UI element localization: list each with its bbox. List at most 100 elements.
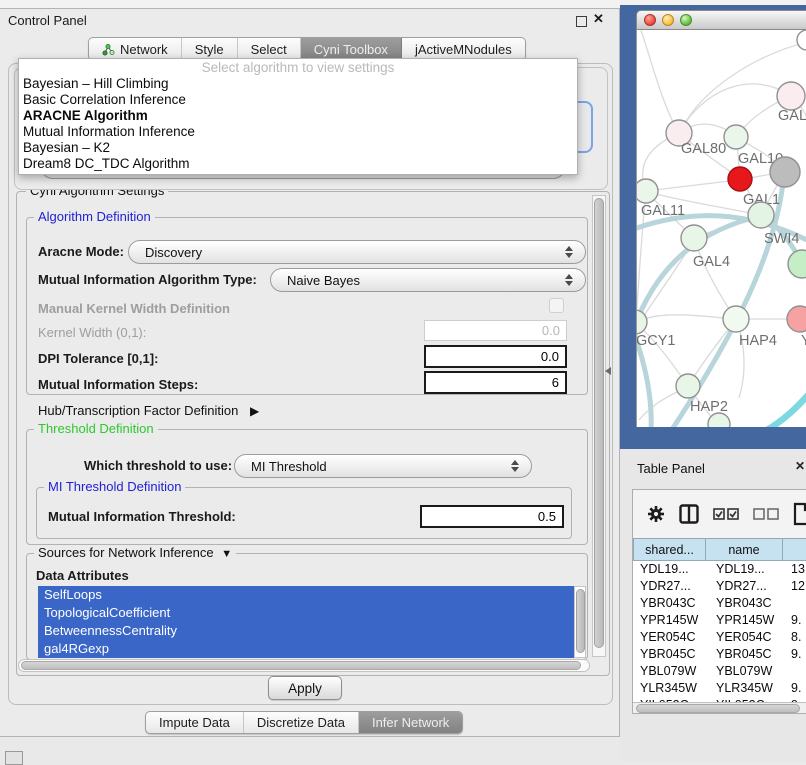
- network-highlight-edge: [751, 396, 806, 427]
- control-panel-title: Control Panel: [8, 12, 87, 30]
- network-node-hap2[interactable]: [676, 374, 700, 398]
- network-icon: [102, 43, 115, 56]
- network-node[interactable]: [770, 157, 800, 187]
- collapsed-arrow-icon[interactable]: ▶: [250, 404, 259, 418]
- column-header-1[interactable]: shared...: [633, 538, 706, 561]
- table-row[interactable]: YDR27...YDR27...12: [633, 578, 806, 595]
- tab-label: Impute Data: [159, 715, 230, 730]
- algorithm-option-dream8-dc-tdc-algorithm[interactable]: Dream8 DC_TDC Algorithm: [19, 156, 577, 172]
- table-cell: YDR27...: [633, 578, 706, 595]
- network-node-gal[interactable]: [777, 82, 805, 110]
- algorithm-option-bayesian-k2[interactable]: Bayesian – K2: [19, 140, 577, 156]
- table-row[interactable]: YBR045CYBR045C9.: [633, 646, 806, 663]
- node-label-gal4: GAL4: [693, 254, 730, 270]
- manual-kernel-width-label: Manual Kernel Width Definition: [38, 301, 230, 316]
- column-header-3[interactable]: [783, 538, 806, 561]
- tab-style[interactable]: Style: [182, 38, 238, 60]
- attribute-item-selfloops[interactable]: SelfLoops: [38, 586, 574, 604]
- network-window-titlebar[interactable]: [636, 10, 806, 30]
- network-node-gal11[interactable]: [637, 179, 658, 203]
- table-row[interactable]: YDL19...YDL19...13: [633, 561, 806, 578]
- table-row[interactable]: YPR145WYPR145W9.: [633, 612, 806, 629]
- tab-discretize-data[interactable]: Discretize Data: [244, 712, 359, 733]
- table-row[interactable]: YBR043CYBR043C: [633, 595, 806, 612]
- table-row[interactable]: YER054CYER054C8.: [633, 629, 806, 646]
- network-node[interactable]: [788, 250, 806, 278]
- hub-definition-section[interactable]: Hub/Transcription Factor Definition ▶: [38, 403, 259, 418]
- table-cell: YLR345W: [706, 680, 783, 697]
- table-cell: 13: [783, 561, 806, 578]
- table-cell: 9.: [783, 646, 806, 663]
- attribute-item-betweennesscentrality[interactable]: BetweennessCentrality: [38, 622, 574, 640]
- network-node-hap4[interactable]: [723, 306, 749, 332]
- tab-cyni-toolbox[interactable]: Cyni Toolbox: [301, 38, 402, 60]
- table-panel-title: Table Panel: [637, 461, 705, 476]
- network-node[interactable]: [797, 30, 806, 50]
- dpi-tolerance-label: DPI Tolerance [0,1]:: [38, 351, 158, 366]
- sources-group-title[interactable]: Sources for Network Inference ▼: [34, 546, 236, 561]
- network-node-gal4[interactable]: [681, 225, 707, 251]
- close-icon[interactable]: ✕: [593, 11, 604, 27]
- dpi-tolerance-field[interactable]: 0.0: [424, 345, 567, 368]
- splitter-collapse-icon[interactable]: [605, 367, 611, 375]
- expanded-arrow-icon[interactable]: ▼: [221, 548, 232, 560]
- table-cell: YDL19...: [706, 561, 783, 578]
- table-hscrollbar-thumb[interactable]: [636, 704, 800, 713]
- settings-vscrollbar-thumb[interactable]: [594, 198, 604, 648]
- float-window-icon[interactable]: [576, 16, 587, 27]
- network-node[interactable]: [708, 413, 730, 427]
- mi-algorithm-type-combobox[interactable]: Naive Bayes: [270, 268, 586, 292]
- tab-select[interactable]: Select: [238, 38, 301, 60]
- tab-network[interactable]: Network: [89, 38, 182, 60]
- attributes-vscrollbar-thumb[interactable]: [576, 589, 585, 653]
- algorithm-option-mutual-information-inference[interactable]: Mutual Information Inference: [19, 124, 577, 140]
- node-label-hap2: HAP2: [690, 399, 728, 415]
- algorithm-dropdown-placeholder: Select algorithm to view settings: [19, 59, 577, 76]
- table-row[interactable]: YLR345WYLR345W9.: [633, 680, 806, 697]
- settings-hscrollbar-thumb[interactable]: [21, 661, 581, 670]
- mi-threshold-label: Mutual Information Threshold:: [48, 509, 236, 524]
- attribute-item-gal4rgexp[interactable]: gal4RGexp: [38, 640, 574, 658]
- network-node-swi4[interactable]: [748, 202, 774, 228]
- table-panel-close-icon[interactable]: ✕: [795, 459, 805, 473]
- new-file-icon[interactable]: [793, 502, 806, 526]
- attribute-item-topologicalcoefficient[interactable]: TopologicalCoefficient: [38, 604, 574, 622]
- aracne-mode-combobox[interactable]: Discovery: [128, 240, 586, 264]
- zoom-traffic-light-icon[interactable]: [680, 14, 692, 26]
- mi-steps-field[interactable]: 6: [424, 371, 567, 394]
- apply-button[interactable]: Apply: [268, 676, 342, 700]
- manual-kernel-width-checkbox[interactable]: [549, 298, 564, 313]
- tab-label: Network: [120, 42, 168, 57]
- table-rows: YDL19...YDL19...13YDR27...YDR27...12YBR0…: [633, 561, 806, 702]
- tab-label: Infer Network: [372, 715, 449, 730]
- network-node-gal10[interactable]: [724, 125, 748, 149]
- show-columns-icon[interactable]: [679, 504, 699, 524]
- algorithm-option-bayesian-hill-climbing[interactable]: Bayesian – Hill Climbing: [19, 76, 577, 92]
- kernel-width-field[interactable]: 0.0: [424, 320, 567, 341]
- table-settings-gear-icon[interactable]: [647, 505, 665, 523]
- network-node-gal1[interactable]: [728, 167, 752, 191]
- algorithm-option-basic-correlation-inference[interactable]: Basic Correlation Inference: [19, 92, 577, 108]
- close-traffic-light-icon[interactable]: [644, 14, 656, 26]
- minimized-panel-icon[interactable]: [5, 751, 23, 765]
- tab-infer-network[interactable]: Infer Network: [359, 712, 462, 733]
- unselect-all-checkboxes-icon[interactable]: [753, 508, 779, 520]
- minimize-traffic-light-icon[interactable]: [662, 14, 674, 26]
- algorithm-option-aracne-algorithm[interactable]: ARACNE Algorithm: [19, 108, 577, 124]
- mi-threshold-field[interactable]: 0.5: [420, 505, 564, 528]
- which-threshold-combobox[interactable]: MI Threshold: [234, 454, 532, 478]
- select-all-checkboxes-icon[interactable]: [713, 508, 739, 520]
- network-graph[interactable]: GALGAL80GAL10GAL1GAL11SWI4GAL4GCY1HAP4YH…: [637, 30, 806, 427]
- tab-impute-data[interactable]: Impute Data: [146, 712, 244, 733]
- node-label-gal: GAL: [778, 108, 806, 124]
- table-cell: YER054C: [706, 629, 783, 646]
- network-view-canvas[interactable]: GALGAL80GAL10GAL1GAL11SWI4GAL4GCY1HAP4YH…: [636, 30, 806, 427]
- table-row[interactable]: YBL079WYBL079W: [633, 663, 806, 680]
- combo-arrows-icon: [565, 274, 573, 286]
- combo-arrows-icon: [511, 460, 519, 472]
- column-header-2[interactable]: name: [706, 538, 783, 561]
- table-cell: YBR043C: [706, 595, 783, 612]
- network-node-y[interactable]: [787, 306, 806, 332]
- combo-arrows-icon: [565, 246, 573, 258]
- tab-jactivemnodules[interactable]: jActiveMNodules: [402, 38, 525, 60]
